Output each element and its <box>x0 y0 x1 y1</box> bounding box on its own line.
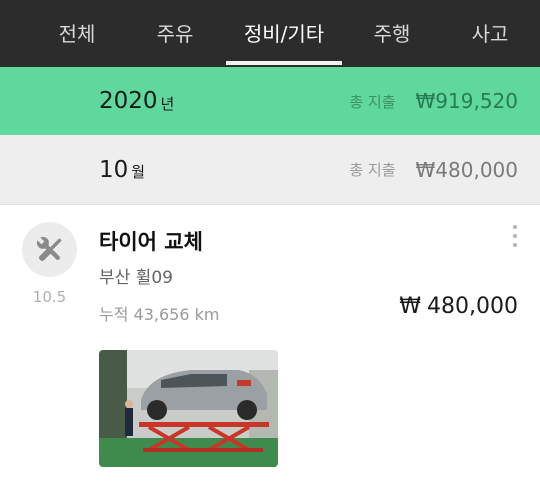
year-label: 2020 년 <box>99 67 174 135</box>
car-on-lift-photo <box>99 350 278 467</box>
year-value: 2020 <box>99 88 158 114</box>
entry-date: 10.5 <box>32 288 67 306</box>
month-total-amount: ₩480,000 <box>415 157 518 182</box>
year-summary-row[interactable]: 2020 년 총 지출 ₩919,520 <box>0 67 540 135</box>
currency-symbol: ₩ <box>399 294 422 319</box>
dot <box>513 225 517 229</box>
expense-entry[interactable]: 10.5 타이어 교체 부산 휠09 누적 43,656 km ₩480,000 <box>0 205 540 493</box>
tab-fuel[interactable]: 주유 <box>124 0 226 64</box>
more-options-icon[interactable] <box>509 225 521 247</box>
receipt-photo-thumbnail[interactable] <box>99 350 278 467</box>
month-summary-row[interactable]: 10 월 총 지출 ₩480,000 <box>0 135 540 205</box>
dot <box>513 234 517 238</box>
active-tab-indicator <box>226 61 342 65</box>
category-icon-badge <box>22 222 77 277</box>
dot <box>513 243 517 247</box>
month-value: 10 <box>99 156 129 183</box>
tab-all[interactable]: 전체 <box>26 0 128 64</box>
entry-place: 부산 휠09 <box>99 268 173 288</box>
month-unit: 월 <box>131 163 146 181</box>
year-unit: 년 <box>160 94 175 113</box>
year-total-amount: ₩919,520 <box>415 89 518 113</box>
tab-maintenance-etc[interactable]: 정비/기타 <box>226 0 342 64</box>
tab-accident[interactable]: 사고 <box>440 0 540 64</box>
month-label: 10 월 <box>99 135 145 204</box>
tab-driving[interactable]: 주행 <box>342 0 442 64</box>
entry-title: 타이어 교체 <box>99 230 203 254</box>
entry-odometer: 누적 43,656 km <box>99 305 220 324</box>
year-total-label: 총 지출 <box>349 92 396 111</box>
wrench-screwdriver-icon <box>36 236 61 261</box>
year-total: 총 지출 ₩919,520 <box>349 67 518 135</box>
category-tab-bar: 전체 주유 정비/기타 주행 사고 <box>0 0 540 67</box>
month-total: 총 지출 ₩480,000 <box>349 135 518 204</box>
month-total-label: 총 지출 <box>349 161 396 179</box>
entry-amount-value: 480,000 <box>427 294 518 319</box>
entry-amount: ₩480,000 <box>399 294 518 319</box>
